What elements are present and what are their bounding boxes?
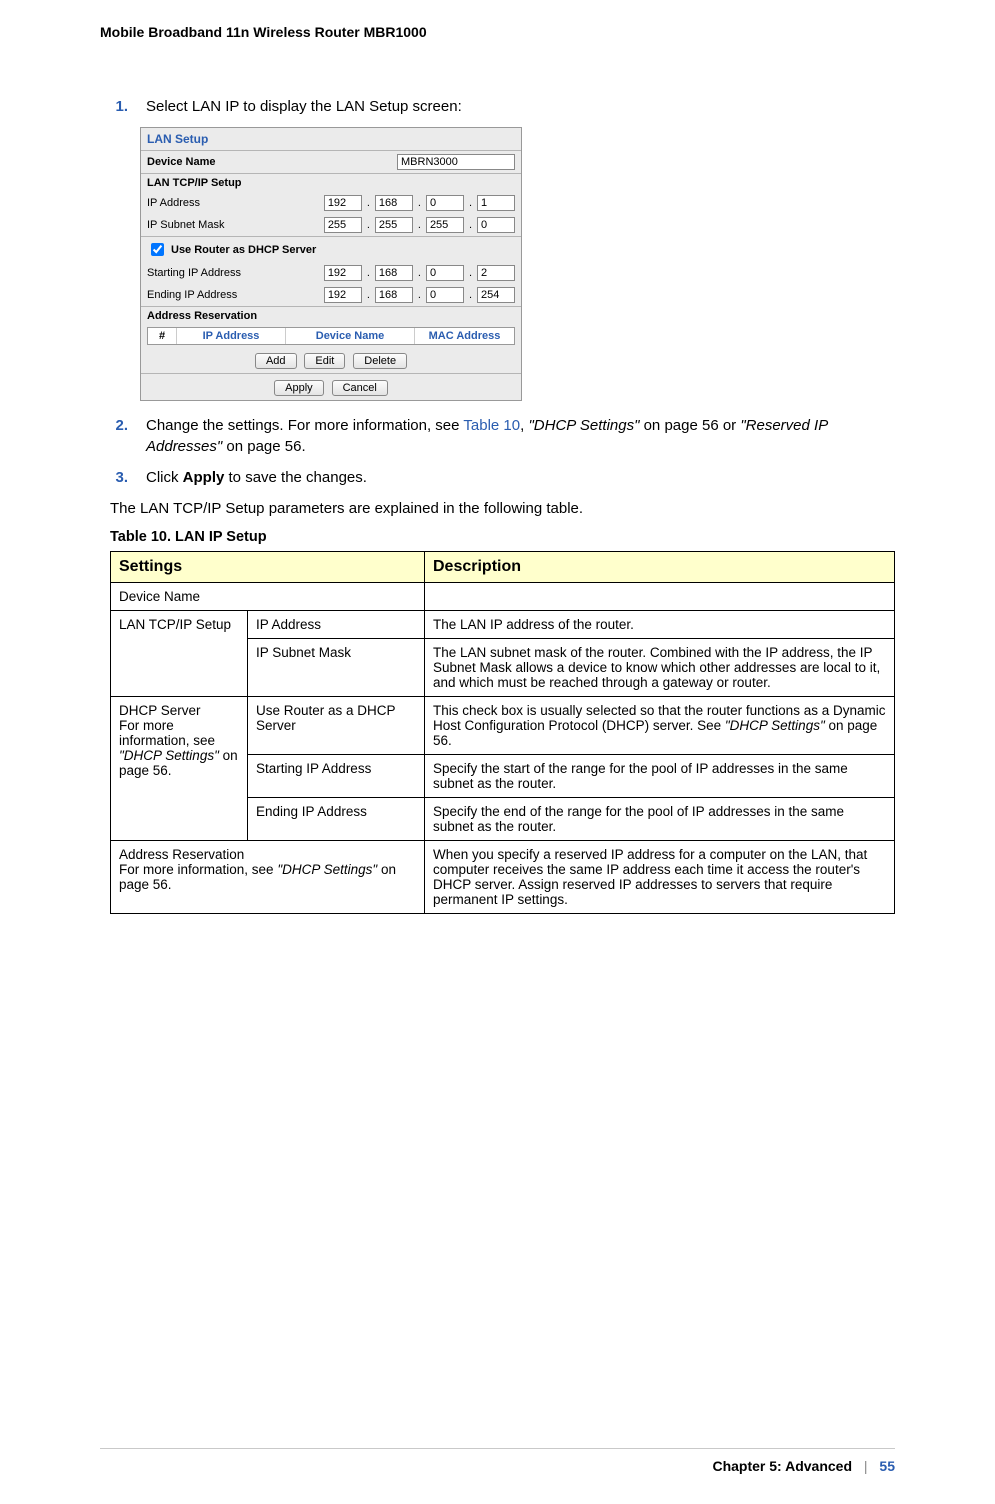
step-number: 3.	[110, 467, 128, 488]
cell-group: LAN TCP/IP Setup	[111, 611, 248, 697]
step-text: Click Apply to save the changes.	[146, 467, 895, 488]
subnet-label: IP Subnet Mask	[147, 219, 320, 231]
col-mac: MAC Address	[415, 328, 514, 344]
end-ip-label: Ending IP Address	[147, 289, 320, 301]
start-oct-2[interactable]	[375, 265, 413, 281]
mask-oct-4[interactable]	[477, 217, 515, 233]
edit-button[interactable]: Edit	[304, 353, 345, 369]
dhcp-checkbox[interactable]	[151, 243, 164, 256]
panel-title: LAN Setup	[141, 128, 521, 150]
col-ip: IP Address	[177, 328, 286, 344]
ip-oct-2[interactable]	[375, 195, 413, 211]
apply-button[interactable]: Apply	[274, 380, 324, 396]
table-caption: Table 10. LAN IP Setup	[110, 529, 895, 545]
end-oct-1[interactable]	[324, 287, 362, 303]
step-text: Select LAN IP to display the LAN Setup s…	[146, 96, 895, 117]
mask-oct-3[interactable]	[426, 217, 464, 233]
cell-description: This check box is usually selected so th…	[425, 697, 895, 755]
cell-settings: Starting IP Address	[248, 755, 425, 798]
cell-settings: IP Address	[248, 611, 425, 639]
start-oct-3[interactable]	[426, 265, 464, 281]
end-oct-4[interactable]	[477, 287, 515, 303]
cell-settings: Use Router as a DHCP Server	[248, 697, 425, 755]
product-header: Mobile Broadband 11n Wireless Router MBR…	[100, 24, 895, 40]
cell-description: Specify the end of the range for the poo…	[425, 798, 895, 841]
panel-action-buttons: Apply Cancel	[141, 374, 521, 400]
device-name-input[interactable]	[397, 154, 515, 170]
cell-settings: Device Name	[111, 583, 425, 611]
cell-description: Specify the start of the range for the p…	[425, 755, 895, 798]
cell-group: DHCP Server For more information, see "D…	[111, 697, 248, 841]
lan-setup-panel: LAN Setup Device Name LAN TCP/IP Setup I…	[140, 127, 522, 401]
page-footer: Chapter 5: Advanced | 55	[0, 1448, 995, 1474]
table-link[interactable]: Table 10	[463, 417, 520, 434]
content-area: 1. Select LAN IP to display the LAN Setu…	[110, 96, 895, 914]
cell-settings: Address Reservation For more information…	[111, 841, 425, 914]
col-num: #	[148, 328, 177, 344]
addr-res-label: Address Reservation	[141, 307, 521, 325]
footer-page-number: 55	[879, 1458, 895, 1474]
reservation-table-header: # IP Address Device Name MAC Address	[147, 327, 515, 345]
delete-button[interactable]: Delete	[353, 353, 407, 369]
col-dev: Device Name	[286, 328, 415, 344]
ip-oct-3[interactable]	[426, 195, 464, 211]
cell-settings: Ending IP Address	[248, 798, 425, 841]
footer-chapter: Chapter 5: Advanced	[712, 1458, 852, 1474]
add-button[interactable]: Add	[255, 353, 297, 369]
step-text: Change the settings. For more informatio…	[146, 415, 895, 457]
cell-description: The LAN IP address of the router.	[425, 611, 895, 639]
cell-settings: IP Subnet Mask	[248, 639, 425, 697]
cell-description	[425, 583, 895, 611]
lan-ip-setup-table: Settings Description Device Name LAN TCP…	[110, 551, 895, 914]
ip-oct-4[interactable]	[477, 195, 515, 211]
cancel-button[interactable]: Cancel	[332, 380, 388, 396]
reservation-buttons: Add Edit Delete	[141, 347, 521, 373]
ip-oct-1[interactable]	[324, 195, 362, 211]
th-description: Description	[425, 552, 895, 583]
page: Mobile Broadband 11n Wireless Router MBR…	[0, 0, 995, 1504]
dhcp-check-label: Use Router as DHCP Server	[171, 244, 316, 256]
start-oct-1[interactable]	[324, 265, 362, 281]
step-3: 3. Click Apply to save the changes.	[110, 467, 895, 488]
cell-description: The LAN subnet mask of the router. Combi…	[425, 639, 895, 697]
table-row: LAN TCP/IP Setup IP Address The LAN IP a…	[111, 611, 895, 639]
footer-separator: |	[856, 1458, 876, 1474]
mask-oct-1[interactable]	[324, 217, 362, 233]
mask-oct-2[interactable]	[375, 217, 413, 233]
step-1: 1. Select LAN IP to display the LAN Setu…	[110, 96, 895, 117]
step-2: 2. Change the settings. For more informa…	[110, 415, 895, 457]
table-row: DHCP Server For more information, see "D…	[111, 697, 895, 755]
footer-divider	[100, 1448, 895, 1450]
start-ip-label: Starting IP Address	[147, 267, 320, 279]
th-settings: Settings	[111, 552, 425, 583]
cell-description: When you specify a reserved IP address f…	[425, 841, 895, 914]
ip-address-label: IP Address	[147, 197, 320, 209]
lan-tcpip-label: LAN TCP/IP Setup	[141, 174, 521, 192]
step-number: 1.	[110, 96, 128, 117]
end-oct-3[interactable]	[426, 287, 464, 303]
paragraph: The LAN TCP/IP Setup parameters are expl…	[110, 498, 895, 519]
step-number: 2.	[110, 415, 128, 457]
table-row: Address Reservation For more information…	[111, 841, 895, 914]
device-name-label: Device Name	[147, 156, 393, 168]
start-oct-4[interactable]	[477, 265, 515, 281]
table-row: Device Name	[111, 583, 895, 611]
end-oct-2[interactable]	[375, 287, 413, 303]
